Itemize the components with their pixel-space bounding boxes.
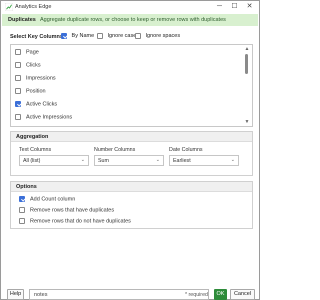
options-title: Options	[16, 184, 37, 190]
ignore-case-label: Ignore case	[107, 33, 137, 40]
column-label: Active Impressions	[26, 114, 73, 121]
list-item[interactable]: Page	[15, 49, 240, 59]
remove-duplicates-label: Remove rows that have duplicates	[30, 207, 115, 214]
ignore-case-checkbox[interactable]	[97, 33, 103, 39]
list-item[interactable]: Impressions	[15, 75, 240, 85]
remove-duplicates-option[interactable]: Remove rows that have duplicates	[19, 207, 114, 213]
notes-value: notes	[34, 292, 48, 298]
ignore-spaces-checkbox[interactable]	[135, 33, 141, 39]
number-columns-label: Number Columns	[94, 147, 136, 153]
column-label: Impressions	[26, 75, 56, 82]
scroll-thumb[interactable]	[245, 54, 248, 74]
ok-button[interactable]: OK	[214, 289, 227, 300]
date-columns-select[interactable]: Earliest ⌄	[169, 155, 239, 166]
key-columns-list[interactable]: Page Clicks Impressions Position Active …	[10, 44, 253, 127]
date-columns-value: Earliest	[173, 158, 191, 164]
list-item[interactable]: Position	[15, 88, 240, 98]
chevron-down-icon: ⌄	[80, 157, 85, 163]
number-columns-value: Sum	[98, 158, 109, 164]
date-columns-label: Date Columns	[169, 147, 203, 153]
text-columns-select[interactable]: All (list) ⌄	[19, 155, 89, 166]
analytics-edge-logo-icon	[5, 3, 13, 11]
options-header: Options	[11, 182, 252, 192]
select-key-columns-label: Select Key Columns	[10, 34, 63, 40]
column-label: Page	[26, 49, 39, 56]
column-label: Clicks	[26, 62, 41, 69]
header-banner: Duplicates Aggregate duplicate rows, or …	[2, 14, 258, 26]
add-count-label: Add Count column	[30, 196, 76, 203]
column-checkbox[interactable]	[15, 49, 21, 55]
cancel-button[interactable]: Cancel	[230, 289, 255, 300]
list-item[interactable]: Active Impressions	[15, 114, 240, 124]
column-checkbox[interactable]	[15, 88, 21, 94]
window-title: Analytics Edge	[15, 4, 52, 10]
remove-non-duplicates-checkbox[interactable]	[19, 218, 25, 224]
title-bar: Analytics Edge ─ ☐ ✕	[1, 1, 259, 13]
ignore-spaces-label: Ignore spaces	[145, 33, 181, 40]
banner-subtitle: Aggregate duplicate rows, or choose to k…	[40, 17, 226, 23]
text-columns-value: All (list)	[23, 158, 41, 164]
aggregation-header: Aggregation	[11, 132, 252, 142]
add-count-option[interactable]: Add Count column	[19, 196, 75, 202]
banner-title: Duplicates	[8, 17, 36, 23]
scroll-up-icon[interactable]: ▲	[244, 46, 250, 52]
options-group: Options Add Count column Remove rows tha…	[10, 181, 253, 229]
add-count-checkbox[interactable]	[19, 196, 25, 202]
chevron-down-icon: ⌄	[155, 157, 160, 163]
close-icon[interactable]: ✕	[245, 2, 254, 11]
by-name-checkbox[interactable]	[61, 33, 67, 39]
dialog-window: Analytics Edge ─ ☐ ✕ Duplicates Aggregat…	[0, 0, 260, 300]
remove-non-duplicates-option[interactable]: Remove rows that do not have duplicates	[19, 218, 131, 224]
list-item[interactable]: Active Clicks	[15, 101, 240, 111]
list-scrollbar[interactable]: ▲ ▼	[243, 46, 251, 125]
list-item[interactable]: Clicks	[15, 62, 240, 72]
by-name-option[interactable]: By Name	[61, 33, 94, 39]
column-checkbox[interactable]	[15, 62, 21, 68]
minimize-icon[interactable]: ─	[215, 2, 224, 11]
remove-duplicates-checkbox[interactable]	[19, 207, 25, 213]
column-label: Active Clicks	[26, 101, 58, 108]
help-button[interactable]: Help	[7, 289, 24, 300]
column-checkbox[interactable]	[15, 114, 21, 120]
maximize-icon[interactable]: ☐	[230, 2, 239, 11]
aggregation-group: Aggregation Text Columns Number Columns …	[10, 131, 253, 176]
column-checkbox[interactable]	[15, 101, 21, 107]
required-note: * required	[185, 292, 208, 298]
notes-field[interactable]: notes	[29, 289, 209, 300]
column-label: Position	[26, 88, 46, 95]
scroll-down-icon[interactable]: ▼	[244, 119, 250, 125]
ignore-spaces-option[interactable]: Ignore spaces	[135, 33, 180, 39]
text-columns-label: Text Columns	[19, 147, 52, 153]
aggregation-title: Aggregation	[16, 134, 49, 140]
column-checkbox[interactable]	[15, 75, 21, 81]
chevron-down-icon: ⌄	[230, 157, 235, 163]
number-columns-select[interactable]: Sum ⌄	[94, 155, 164, 166]
remove-non-duplicates-label: Remove rows that do not have duplicates	[30, 218, 131, 225]
ignore-case-option[interactable]: Ignore case	[97, 33, 136, 39]
by-name-label: By Name	[71, 33, 95, 40]
